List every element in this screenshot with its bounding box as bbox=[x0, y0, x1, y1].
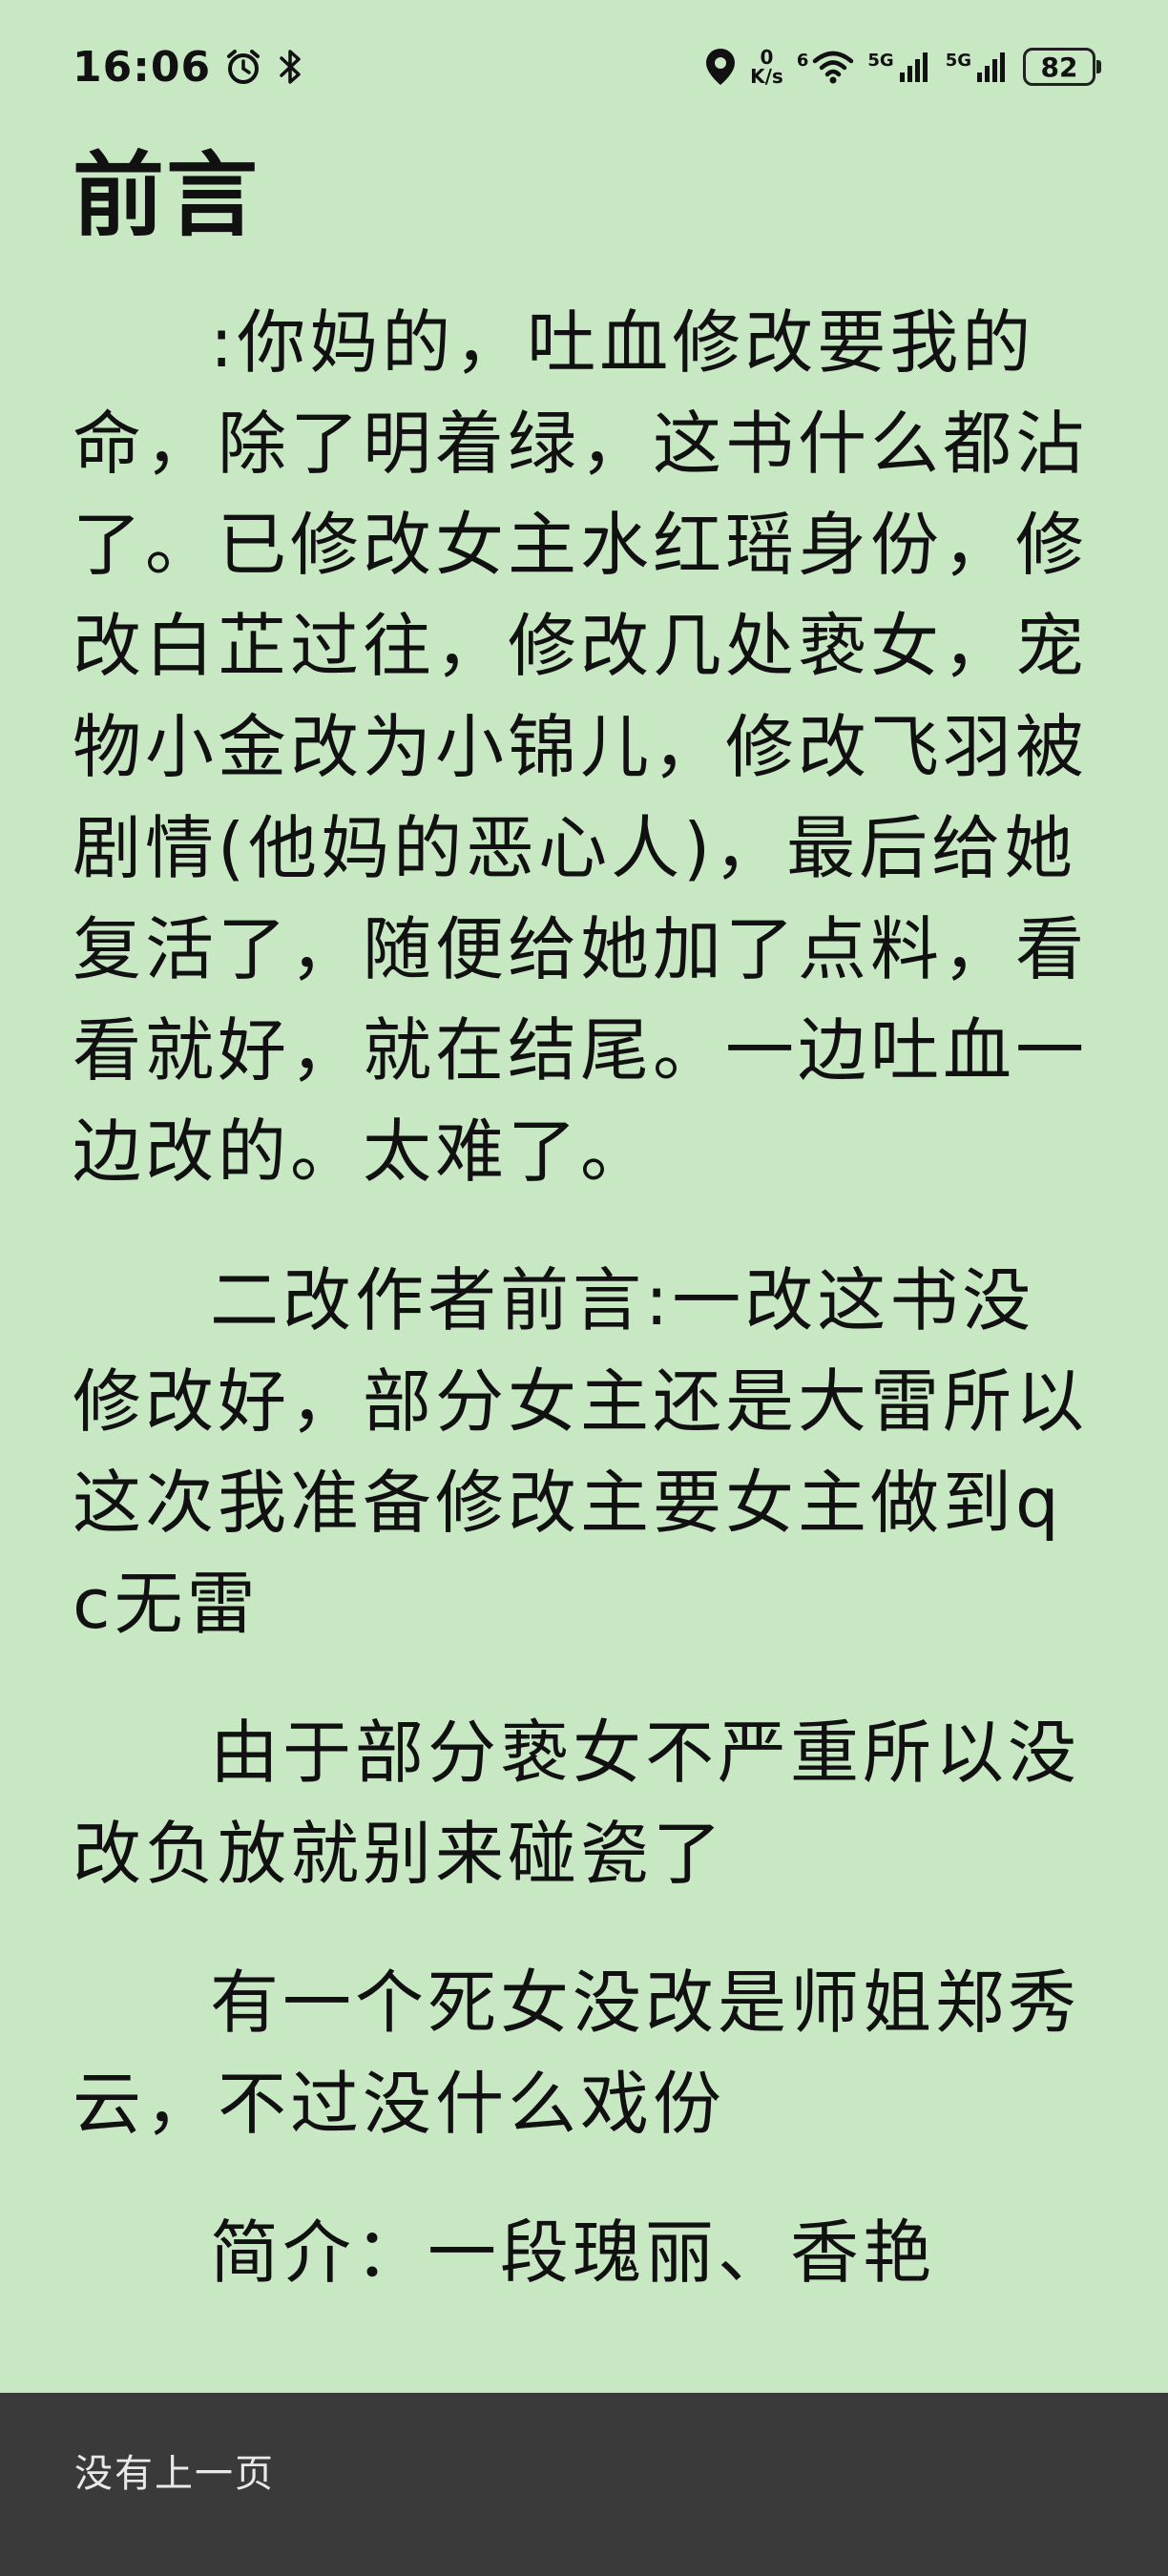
signal-strength-icon bbox=[975, 50, 1010, 84]
sim1-network-label: 5G bbox=[867, 51, 894, 71]
alarm-icon bbox=[224, 48, 262, 86]
network-speed: 0 K/s bbox=[750, 48, 783, 86]
chapter-paragraph: 二改作者前言:一改这书没修改好，部分女主还是大雷所以这次我准备修改主要女主做到q… bbox=[73, 1260, 1089, 1644]
bluetooth-icon bbox=[276, 48, 304, 86]
chapter-paragraph: 由于部分亵女不严重所以没改负放就别来碰瓷了 bbox=[73, 1713, 1081, 1894]
chapter-paragraph: 简介：一段瑰丽、香艳 bbox=[210, 2212, 936, 2293]
toast-bar: 没有上一页 bbox=[0, 2393, 1168, 2576]
location-icon bbox=[704, 47, 737, 87]
status-left: 16:06 bbox=[73, 43, 304, 92]
sim2-network-label: 5G bbox=[945, 51, 971, 71]
chapter-paragraph: :你妈的，吐血修改要我的命，除了明着绿，这书什么都沾了。已修改女主水红瑶身份，修… bbox=[73, 302, 1089, 1192]
status-right: 0 K/s 6 5G 5G 82 bbox=[704, 47, 1101, 87]
status-bar: 16:06 0 K/s 6 5G 5G 82 bbox=[0, 0, 1168, 134]
network-speed-value: 0 bbox=[760, 46, 774, 69]
toast-message: 没有上一页 bbox=[74, 2452, 275, 2496]
chapter-paragraph: 有一个死女没改是师姐郑秀云，不过没什么戏份 bbox=[73, 1963, 1081, 2144]
wifi-label: 6 bbox=[796, 51, 809, 71]
wifi-icon bbox=[812, 50, 854, 84]
battery-level: 82 bbox=[1040, 51, 1078, 83]
battery-icon: 82 bbox=[1023, 48, 1101, 86]
signal-strength-icon bbox=[898, 50, 932, 84]
network-speed-unit: K/s bbox=[750, 65, 783, 88]
status-time: 16:06 bbox=[73, 42, 212, 92]
chapter-title: 前言 bbox=[73, 142, 260, 249]
reader-content[interactable]: 前言 :你妈的，吐血修改要我的命，除了明着绿，这书什么都沾了。已修改女主水红瑶身… bbox=[73, 134, 1103, 2351]
